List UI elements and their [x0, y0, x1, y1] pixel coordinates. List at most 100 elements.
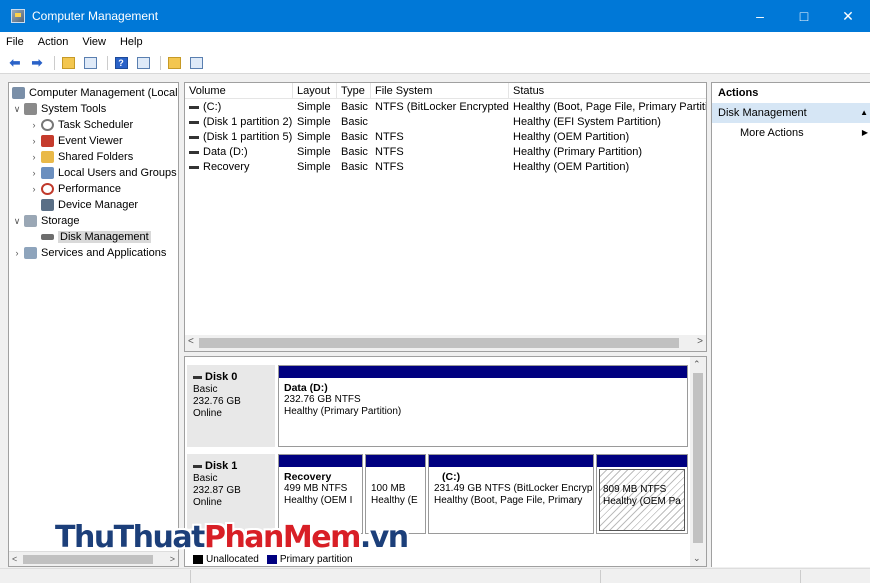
- collapse-chevron-icon[interactable]: ›: [12, 248, 22, 258]
- site-watermark: ThuThuatPhanMem.vn: [55, 520, 409, 555]
- scroll-right-icon[interactable]: >: [697, 336, 703, 347]
- volume-icon: [189, 150, 199, 154]
- forward-button[interactable]: ➡: [28, 55, 46, 71]
- volume-icon: [189, 165, 199, 169]
- tree-item-event-viewer[interactable]: › Event Viewer: [29, 133, 123, 149]
- actions-section-disk-management[interactable]: Disk Management ▲: [712, 103, 870, 123]
- minimize-icon: –: [756, 8, 764, 24]
- tree-item-task-scheduler[interactable]: › Task Scheduler: [29, 117, 133, 133]
- storage-icon: [24, 215, 37, 227]
- legend-primary: Primary partition: [279, 553, 353, 565]
- users-icon: [41, 167, 54, 179]
- collapse-chevron-icon[interactable]: ›: [29, 168, 39, 178]
- tree-item-storage[interactable]: ∨ Storage: [12, 213, 80, 229]
- volume-list: Volume Layout Type File System Status (C…: [184, 82, 707, 352]
- disk-vertical-scrollbar[interactable]: ⌃ ⌄: [690, 357, 706, 566]
- list-view-icon: [189, 56, 203, 69]
- close-icon: ✕: [842, 7, 854, 24]
- partition-bar: [279, 455, 362, 467]
- disk-0-row: Disk 0 Basic 232.76 GB Online Data (D:) …: [185, 365, 690, 447]
- performance-icon: [41, 183, 54, 195]
- table-row[interactable]: (Disk 1 partition 5) Simple Basic NTFS H…: [185, 130, 706, 145]
- status-bar: [0, 568, 870, 583]
- expand-chevron-icon[interactable]: ∨: [12, 216, 22, 227]
- scroll-down-icon[interactable]: ⌄: [693, 553, 701, 564]
- table-row[interactable]: (Disk 1 partition 2) Simple Basic Health…: [185, 115, 706, 130]
- disk-icon: [193, 464, 202, 468]
- maximize-button[interactable]: □: [782, 0, 826, 32]
- settings-button[interactable]: [165, 55, 183, 71]
- computer-management-icon: [11, 9, 25, 23]
- close-button[interactable]: ✕: [826, 0, 870, 32]
- more-actions-item[interactable]: More Actions ▶: [712, 123, 870, 143]
- navigation-tree: Computer Management (Local ∨ System Tool…: [8, 82, 179, 567]
- partition-oem-selected[interactable]: 809 MB NTFS Healthy (OEM Pa: [596, 454, 688, 534]
- partition-bar: [279, 366, 687, 378]
- actions-pane: Actions Disk Management ▲ More Actions ▶: [711, 82, 870, 567]
- column-header-status[interactable]: Status: [509, 83, 706, 99]
- column-header-type[interactable]: Type: [337, 83, 371, 99]
- collapse-chevron-icon[interactable]: ›: [29, 120, 39, 130]
- scroll-right-icon[interactable]: >: [170, 554, 175, 564]
- disk-icon: [193, 375, 202, 379]
- volume-horizontal-scrollbar[interactable]: < >: [185, 335, 706, 351]
- maximize-icon: □: [799, 8, 809, 24]
- event-viewer-icon: [41, 135, 54, 147]
- volume-list-header: Volume Layout Type File System Status: [185, 83, 706, 99]
- scroll-up-icon[interactable]: ⌃: [693, 359, 701, 370]
- submenu-arrow-icon: ▶: [861, 128, 868, 137]
- scroll-left-icon[interactable]: <: [188, 336, 194, 347]
- partition-data-d[interactable]: Data (D:) 232.76 GB NTFS Healthy (Primar…: [278, 365, 688, 447]
- scrollbar-thumb[interactable]: [23, 554, 153, 564]
- expand-chevron-icon[interactable]: ∨: [12, 104, 22, 115]
- tree-item-disk-management[interactable]: Disk Management: [41, 229, 151, 245]
- legend-swatch-unallocated: [193, 554, 203, 564]
- partition-bar: [429, 455, 593, 467]
- disk-0-label[interactable]: Disk 0 Basic 232.76 GB Online: [187, 365, 275, 447]
- scrollbar-thumb[interactable]: [199, 338, 679, 348]
- forward-arrow-icon: ➡: [31, 54, 43, 70]
- up-folder-button[interactable]: [59, 55, 77, 71]
- column-header-layout[interactable]: Layout: [293, 83, 337, 99]
- folder-up-icon: [61, 56, 75, 69]
- computer-icon: [12, 87, 25, 99]
- table-row[interactable]: (C:) Simple Basic NTFS (BitLocker Encryp…: [185, 100, 706, 115]
- tree-item-computer-management[interactable]: Computer Management (Local: [12, 85, 178, 101]
- scrollbar-thumb[interactable]: [693, 373, 703, 543]
- view-button[interactable]: [187, 55, 205, 71]
- properties-button[interactable]: [134, 55, 152, 71]
- tree-item-services-applications[interactable]: › Services and Applications: [12, 245, 166, 261]
- collapse-chevron-icon[interactable]: ›: [29, 152, 39, 162]
- properties-icon: [136, 56, 150, 69]
- collapse-chevron-icon[interactable]: ›: [29, 136, 39, 146]
- menu-help[interactable]: Help: [120, 36, 143, 48]
- tree-item-device-manager[interactable]: Device Manager: [41, 197, 138, 213]
- back-button[interactable]: ⬅: [6, 55, 24, 71]
- collapse-up-icon[interactable]: ▲: [860, 103, 868, 123]
- tree-item-local-users[interactable]: › Local Users and Groups: [29, 165, 177, 181]
- table-row[interactable]: Data (D:) Simple Basic NTFS Healthy (Pri…: [185, 145, 706, 160]
- checkmark-icon: [167, 56, 181, 69]
- volume-icon: [189, 120, 199, 124]
- column-header-file-system[interactable]: File System: [371, 83, 509, 99]
- menu-file[interactable]: File: [6, 36, 24, 48]
- partition-c[interactable]: (C:) 231.49 GB NTFS (BitLocker Encryp He…: [428, 454, 594, 534]
- tree-item-performance[interactable]: › Performance: [29, 181, 121, 197]
- table-row[interactable]: Recovery Simple Basic NTFS Healthy (OEM …: [185, 160, 706, 175]
- scroll-left-icon[interactable]: <: [12, 554, 17, 564]
- legend-swatch-primary: [266, 554, 277, 564]
- menu-action[interactable]: Action: [38, 36, 69, 48]
- column-header-volume[interactable]: Volume: [185, 83, 293, 99]
- back-arrow-icon: ⬅: [9, 54, 21, 70]
- tree-item-shared-folders[interactable]: › Shared Folders: [29, 149, 133, 165]
- tree-item-system-tools[interactable]: ∨ System Tools: [12, 101, 106, 117]
- show-hide-tree-button[interactable]: [81, 55, 99, 71]
- menu-view[interactable]: View: [82, 36, 106, 48]
- collapse-chevron-icon[interactable]: ›: [29, 184, 39, 194]
- toolbar: ⬅ ➡ ?: [0, 52, 870, 74]
- partition-bar: [366, 455, 425, 467]
- tools-icon: [24, 103, 37, 115]
- tree-pane-icon: [83, 56, 97, 69]
- minimize-button[interactable]: –: [738, 0, 782, 32]
- help-button[interactable]: ?: [112, 55, 130, 71]
